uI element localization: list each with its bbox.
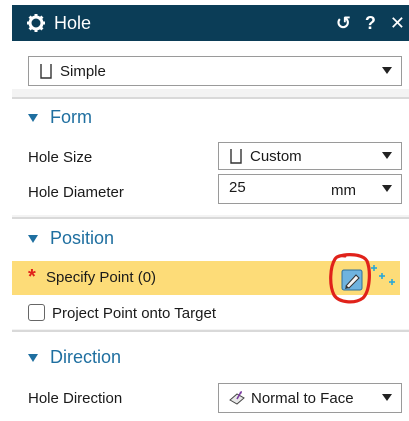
- direction-header-label: Direction: [50, 347, 122, 367]
- hole-size-value: Custom: [250, 147, 302, 165]
- hole-shape-icon: [40, 64, 52, 79]
- close-icon[interactable]: ✕: [390, 13, 405, 34]
- collapse-triangle-icon: [28, 353, 38, 362]
- hole-type-value: Simple: [60, 62, 106, 80]
- hole-diameter-value[interactable]: 25: [229, 179, 246, 196]
- hole-direction-combo[interactable]: Normal to Face: [218, 383, 402, 413]
- collapse-triangle-icon: [28, 234, 38, 243]
- project-point-checkbox[interactable]: [28, 304, 45, 321]
- dialog-title: Hole: [54, 12, 92, 33]
- point-constructor-icon[interactable]: [371, 265, 395, 285]
- dialog-titlebar: Hole ↺ ? ✕: [12, 5, 409, 41]
- hole-diameter-field[interactable]: 25 mm: [218, 174, 402, 204]
- position-header-label: Position: [50, 228, 115, 248]
- chevron-down-icon: [382, 152, 392, 159]
- hole-size-combo[interactable]: Custom: [218, 142, 402, 170]
- gear-icon[interactable]: [26, 13, 46, 33]
- collapse-triangle-icon: [28, 113, 38, 122]
- chevron-down-icon: [382, 185, 392, 192]
- normal-to-face-icon: [229, 391, 245, 405]
- hole-diameter-unit: mm: [331, 182, 356, 199]
- hole-direction-value: Normal to Face: [251, 389, 354, 407]
- required-marker: *: [28, 266, 36, 288]
- hole-shape-icon: [230, 149, 242, 164]
- specify-point-row[interactable]: * Specify Point (0): [12, 253, 400, 304]
- annotation-circle: [329, 253, 371, 304]
- project-point-label: Project Point onto Target: [52, 305, 216, 322]
- hole-size-label: Hole Size: [28, 149, 93, 166]
- specify-point-label: Specify Point (0): [46, 269, 157, 286]
- hole-diameter-label: Hole Diameter: [28, 184, 124, 201]
- chevron-down-icon: [382, 67, 392, 74]
- form-header-label: Form: [50, 107, 92, 127]
- reset-icon[interactable]: ↺: [336, 13, 351, 34]
- hole-type-combo[interactable]: Simple: [28, 56, 402, 86]
- form-section-header[interactable]: Form: [28, 107, 92, 128]
- direction-section-header[interactable]: Direction: [28, 347, 121, 368]
- hole-direction-label: Hole Direction: [28, 390, 123, 407]
- titlebar-controls: ↺ ? ✕: [336, 13, 409, 34]
- help-icon[interactable]: ?: [365, 13, 376, 34]
- position-section-header[interactable]: Position: [28, 228, 114, 249]
- chevron-down-icon: [382, 394, 392, 401]
